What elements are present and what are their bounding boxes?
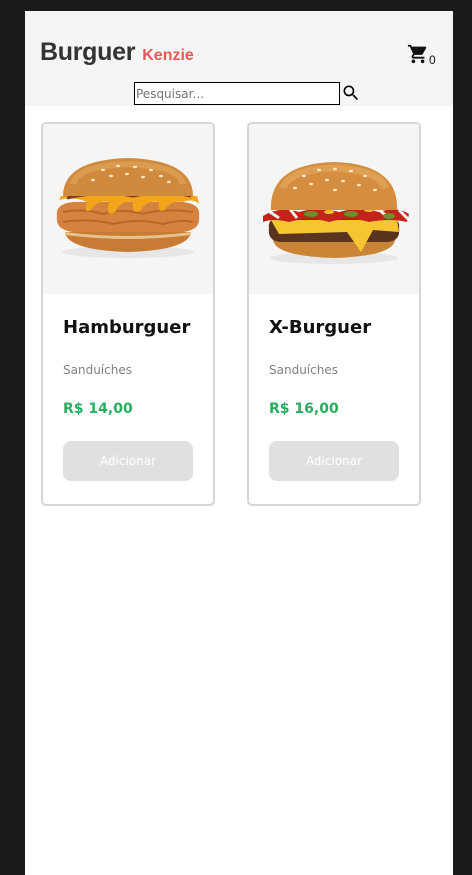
cheeseburger-image bbox=[263, 162, 411, 264]
app-viewport: Burguer Kenzie 0 Pesquisar... Hamburguer… bbox=[25, 11, 453, 875]
product-name: Hamburguer bbox=[63, 317, 191, 338]
header: Burguer Kenzie 0 bbox=[25, 11, 453, 106]
shopping-cart-icon bbox=[407, 44, 427, 64]
logo-sub-text: Kenzie bbox=[142, 47, 194, 64]
add-to-cart-button[interactable]: Adicionar bbox=[269, 441, 399, 481]
logo-main-text: Burguer bbox=[40, 38, 136, 66]
product-category: Sanduíches bbox=[63, 363, 132, 377]
product-card: Hamburguer Sanduíches R$ 14,00 Adicionar bbox=[41, 122, 215, 506]
search-bar bbox=[134, 82, 361, 106]
cart-button[interactable]: 0 bbox=[407, 43, 441, 69]
logo: Burguer Kenzie bbox=[40, 38, 194, 67]
search-icon bbox=[343, 85, 359, 101]
add-to-cart-button[interactable]: Adicionar bbox=[63, 441, 193, 481]
search-input[interactable] bbox=[134, 82, 340, 105]
product-category: Sanduíches bbox=[269, 363, 338, 377]
product-price: R$ 14,00 bbox=[63, 401, 133, 417]
product-name: X-Burguer bbox=[269, 317, 372, 338]
product-price: R$ 16,00 bbox=[269, 401, 339, 417]
search-button[interactable] bbox=[341, 83, 361, 103]
chicken-burger-image bbox=[56, 158, 200, 258]
product-image bbox=[43, 124, 213, 294]
product-card: X-Burguer Sanduíches R$ 16,00 Adicionar bbox=[247, 122, 421, 506]
product-image bbox=[249, 124, 419, 294]
cart-count-badge: 0 bbox=[429, 53, 436, 67]
